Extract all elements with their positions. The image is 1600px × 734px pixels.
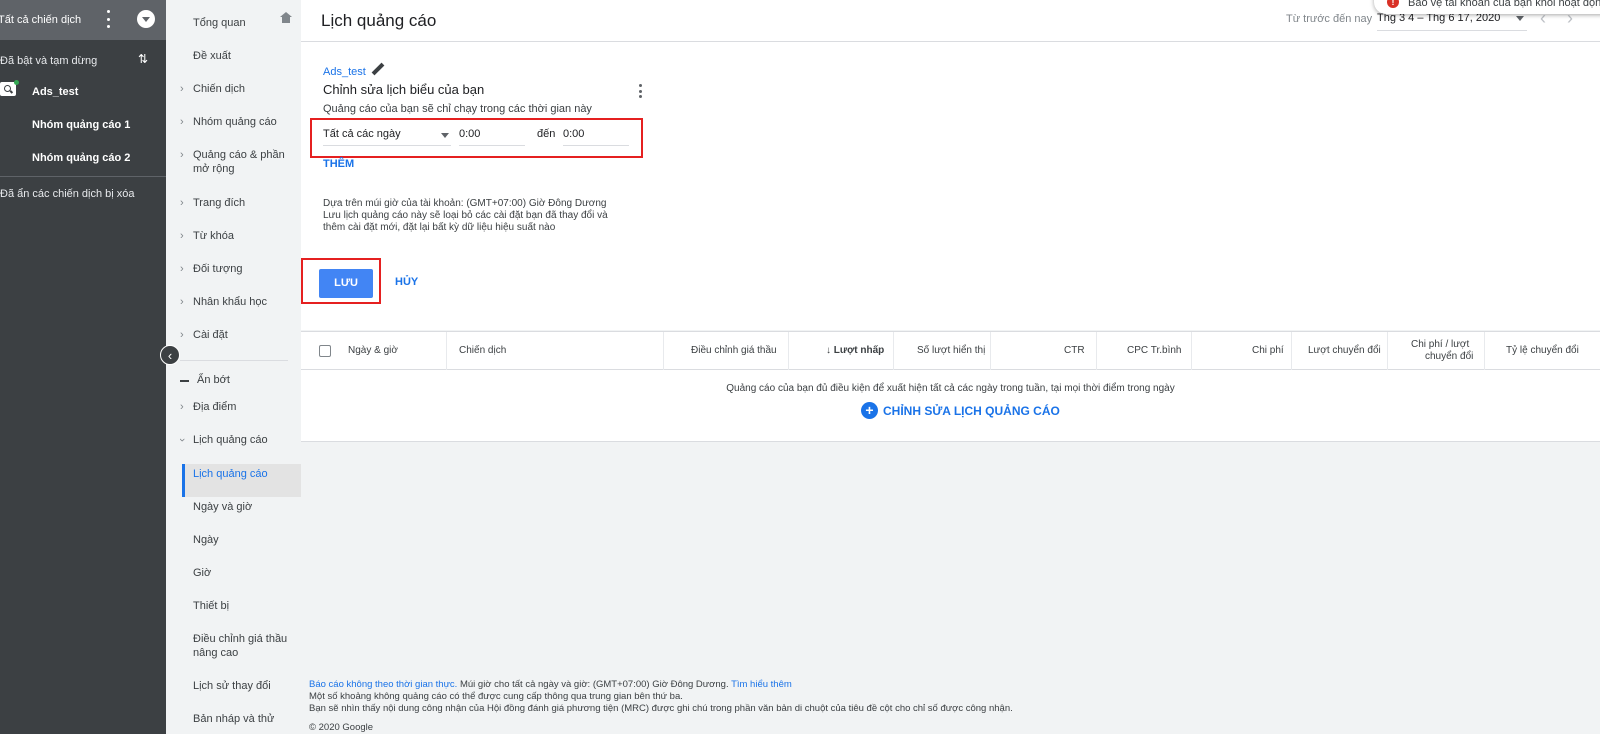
nav-item-drafts-experiments[interactable]: Bản nháp và thử bbox=[166, 713, 301, 725]
toast-text: Bảo vệ tài khoản của bạn khỏi hoạt động … bbox=[1408, 0, 1600, 9]
nav-item-landing-pages[interactable]: Trang đích bbox=[166, 197, 301, 209]
sidebar-item-adgroup-2[interactable]: Nhóm quảng cáo 2 bbox=[32, 152, 130, 164]
col-divider bbox=[990, 332, 991, 371]
table-header: Ngày & giờ Chiến dịch Điều chỉnh giá thầ… bbox=[301, 331, 1600, 371]
nav-item-campaigns[interactable]: Chiến dịch bbox=[166, 83, 301, 95]
col-campaign[interactable]: Chiến dịch bbox=[459, 345, 506, 356]
nav-subitem-ad-schedule[interactable]: Lịch quảng cáo bbox=[166, 468, 301, 480]
col-day-time[interactable]: Ngày & giờ bbox=[348, 345, 398, 356]
main-content: Lịch quảng cáo Từ trước đến nay Thg 3 4 … bbox=[301, 0, 1600, 734]
edit-pencil-icon[interactable] bbox=[371, 62, 385, 78]
more-vert-icon[interactable] bbox=[106, 10, 110, 28]
more-vert-icon[interactable] bbox=[639, 84, 643, 98]
timezone-text: Múi giờ cho tất cả ngày và giờ: (GMT+07:… bbox=[457, 679, 732, 690]
col-cost-per-conv-2[interactable]: chuyển đổi bbox=[1425, 351, 1473, 363]
save-warning-note-1: Lưu lịch quảng cáo này sẽ loại bỏ các cà… bbox=[323, 210, 608, 221]
nav-item-ads-extensions[interactable]: Quảng cáo & phần bbox=[166, 149, 301, 161]
col-impressions[interactable]: Số lượt hiển thị bbox=[917, 345, 985, 356]
col-divider bbox=[788, 332, 789, 371]
timezone-note: Dựa trên múi giờ của tài khoản: (GMT+07:… bbox=[323, 198, 607, 209]
sort-icon[interactable]: ⇅ bbox=[138, 52, 148, 66]
footer-line-2: Một số khoảng không quảng cáo có thể đượ… bbox=[309, 691, 683, 702]
to-label: đến bbox=[537, 128, 556, 140]
cancel-button[interactable]: HỦY bbox=[395, 276, 418, 288]
col-clicks[interactable]: ↓ Lượt nhấp bbox=[826, 345, 884, 356]
col-cost-per-conv[interactable]: Chi phí / lượt bbox=[1411, 339, 1469, 351]
start-time-input[interactable]: 0:00 bbox=[459, 128, 525, 146]
nav-item-advanced-bid-adj-2[interactable]: nâng cao bbox=[166, 647, 301, 659]
table-body: Quảng cáo của bạn đủ điều kiện để xuất h… bbox=[301, 370, 1600, 442]
campaign-link[interactable]: Ads_test bbox=[323, 66, 366, 78]
save-button[interactable]: LƯU bbox=[319, 269, 373, 298]
editor-subtitle: Quảng cáo của bạn sẽ chỉ chạy trong các … bbox=[323, 103, 592, 115]
all-campaigns-label: Tất cả chiến dịch bbox=[0, 14, 82, 26]
select-all-checkbox[interactable] bbox=[319, 345, 331, 357]
col-divider bbox=[1191, 332, 1192, 371]
nav-subitem-hour[interactable]: Giờ bbox=[166, 567, 301, 579]
col-divider bbox=[1291, 332, 1292, 371]
error-icon: ! bbox=[1387, 0, 1399, 8]
col-conv-rate[interactable]: Tỷ lệ chuyển đổi bbox=[1506, 345, 1579, 356]
col-divider bbox=[446, 332, 447, 371]
nav-item-change-history[interactable]: Lịch sử thay đổi bbox=[166, 680, 301, 692]
nav-item-settings[interactable]: Cài đặt bbox=[166, 329, 301, 341]
nav-item-audiences[interactable]: Đối tượng bbox=[166, 263, 301, 275]
nav-item-ad-groups[interactable]: Nhóm quảng cáo bbox=[166, 116, 301, 128]
page-title: Lịch quảng cáo bbox=[321, 11, 437, 30]
nav-item-demographics[interactable]: Nhân khẩu học bbox=[166, 296, 301, 308]
page-nav: Tổng quan Đề xuất Chiến dịch Nhóm quảng … bbox=[166, 0, 301, 734]
sidebar-item-campaign[interactable]: Ads_test bbox=[32, 86, 78, 98]
hidden-deleted-campaigns[interactable]: Đã ẩn các chiến dịch bị xóa bbox=[0, 188, 135, 200]
nav-subitem-day-and-hour[interactable]: Ngày và giờ bbox=[166, 501, 301, 513]
save-warning-note-2: thêm cài đặt mới, đặt lại bất kỳ dữ liệu… bbox=[323, 222, 556, 233]
date-range-select[interactable]: Thg 3 4 – Thg 6 17, 2020 bbox=[1377, 12, 1527, 31]
day-select-arrow-icon[interactable] bbox=[441, 133, 449, 138]
footer-line-3: Bạn sẽ nhìn thấy nội dung công nhận của … bbox=[309, 703, 1013, 714]
col-bid-adj[interactable]: Điều chỉnh giá thầu bbox=[691, 345, 777, 356]
footer-line-1: Báo cáo không theo thời gian thực. Múi g… bbox=[309, 679, 792, 690]
edit-schedule-label: CHỈNH SỬA LỊCH QUẢNG CÁO bbox=[883, 403, 1060, 418]
nav-item-locations[interactable]: Địa điểm bbox=[166, 401, 301, 413]
active-status-icon bbox=[14, 80, 19, 85]
date-dropdown-arrow-icon[interactable] bbox=[1516, 16, 1524, 21]
col-ctr[interactable]: CTR bbox=[1064, 345, 1085, 356]
nav-item-ads-extensions-2[interactable]: mở rộng bbox=[166, 163, 301, 175]
col-divider bbox=[1096, 332, 1097, 371]
col-divider bbox=[1387, 332, 1388, 371]
editor-heading: Chỉnh sửa lịch biểu của bạn bbox=[323, 82, 485, 97]
footer-copyright: © 2020 Google bbox=[309, 722, 374, 733]
collapse-sidebar-button[interactable]: ‹ bbox=[160, 345, 180, 365]
col-cost[interactable]: Chi phí bbox=[1252, 345, 1284, 356]
col-conversions[interactable]: Lượt chuyển đổi bbox=[1308, 345, 1381, 356]
nav-divider bbox=[180, 360, 288, 361]
day-select[interactable]: Tất cả các ngày bbox=[323, 128, 451, 146]
nav-item-advanced-bid-adj[interactable]: Điều chỉnh giá thầu bbox=[166, 633, 301, 645]
campaign-sidebar: Tất cả chiến dịch Đã bật và tạm dừng ⇅ A… bbox=[0, 0, 166, 734]
nav-subitem-day[interactable]: Ngày bbox=[166, 534, 301, 546]
edit-schedule-link[interactable]: + CHỈNH SỬA LỊCH QUẢNG CÁO bbox=[861, 402, 1060, 419]
col-avg-cpc[interactable]: CPC Tr.bình bbox=[1127, 345, 1181, 356]
learn-more-link[interactable]: Tìm hiểu thêm bbox=[731, 679, 792, 690]
nav-item-devices[interactable]: Thiết bị bbox=[166, 600, 301, 612]
not-realtime-link[interactable]: Báo cáo không theo thời gian thực. bbox=[309, 679, 457, 690]
empty-table-message: Quảng cáo của bạn đủ điều kiện để xuất h… bbox=[726, 383, 1175, 394]
date-range-label: Từ trước đến nay bbox=[1286, 13, 1373, 25]
nav-item-ad-schedule[interactable]: Lịch quảng cáo bbox=[166, 434, 301, 446]
col-divider bbox=[1484, 332, 1485, 371]
col-divider bbox=[663, 332, 664, 371]
col-divider bbox=[893, 332, 894, 371]
add-button[interactable]: THÊM bbox=[323, 158, 354, 170]
home-icon bbox=[280, 12, 292, 27]
divider bbox=[0, 176, 166, 177]
security-toast[interactable]: ! Bảo vệ tài khoản của bạn khỏi hoạt độn… bbox=[1374, 0, 1600, 14]
nav-item-recommendations[interactable]: Đề xuất bbox=[166, 50, 301, 62]
nav-item-keywords[interactable]: Từ khóa bbox=[166, 230, 301, 242]
schedule-editor: Ads_test Chỉnh sửa lịch biểu của bạn Quả… bbox=[301, 42, 1600, 330]
end-time-input[interactable]: 0:00 bbox=[563, 128, 629, 146]
dropdown-circle-icon[interactable] bbox=[137, 10, 155, 28]
filter-label[interactable]: Đã bật và tạm dừng bbox=[0, 55, 97, 67]
add-circle-icon: + bbox=[861, 402, 878, 419]
sidebar-item-adgroup-1[interactable]: Nhóm quảng cáo 1 bbox=[32, 119, 130, 131]
nav-show-less[interactable]: Ẩn bớt bbox=[170, 374, 305, 386]
